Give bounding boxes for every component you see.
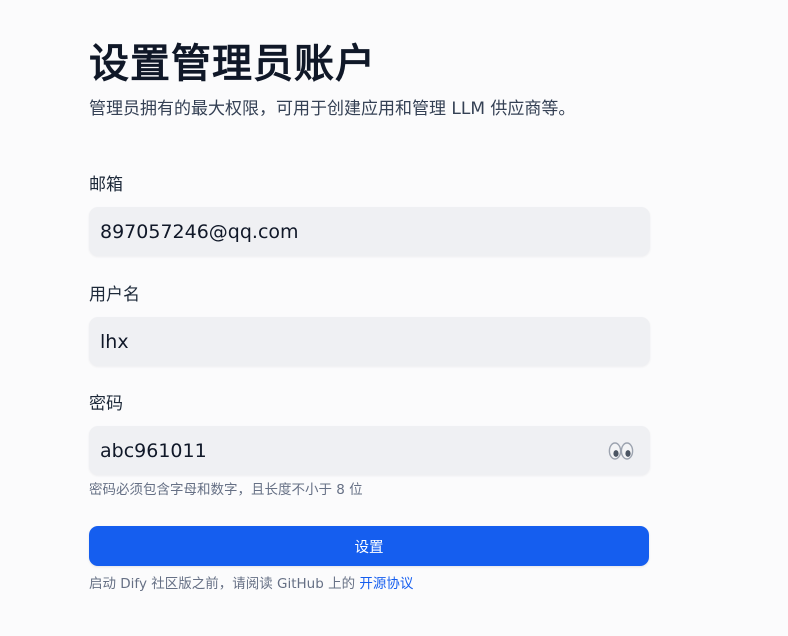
password-label: 密码 <box>89 394 123 414</box>
setup-submit-button[interactable]: 设置 <box>89 526 649 566</box>
password-hint: 密码必须包含字母和数字，且长度不小于 8 位 <box>89 482 363 498</box>
license-notice: 启动 Dify 社区版之前，请阅读 GitHub 上的 开源协议 <box>89 574 413 594</box>
eyes-icon[interactable] <box>608 439 634 463</box>
page-subtitle: 管理员拥有的最大权限，可用于创建应用和管理 LLM 供应商等。 <box>89 99 576 119</box>
page-title: 设置管理员账户 <box>89 41 376 87</box>
password-field-container <box>89 426 650 475</box>
email-field[interactable] <box>89 207 650 256</box>
username-field[interactable] <box>89 317 650 366</box>
username-field-container <box>89 317 650 366</box>
password-field[interactable] <box>89 426 650 475</box>
license-notice-text: 启动 Dify 社区版之前，请阅读 GitHub 上的 <box>89 576 360 592</box>
username-label: 用户名 <box>89 285 140 305</box>
email-label: 邮箱 <box>89 175 123 195</box>
email-field-container <box>89 207 650 256</box>
open-source-license-link[interactable]: 开源协议 <box>359 576 413 592</box>
setup-page: 设置管理员账户 管理员拥有的最大权限，可用于创建应用和管理 LLM 供应商等。 … <box>0 0 788 636</box>
